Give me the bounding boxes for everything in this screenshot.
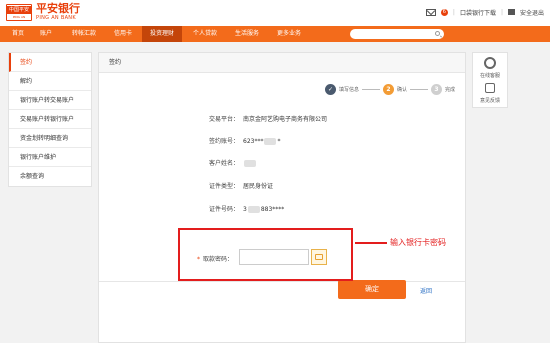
annotation-line [355,242,387,244]
value-account-suffix: * [277,138,281,145]
annotation-text: 输入银行卡密码 [390,238,446,247]
logo-bottom-text: PING AN [12,15,26,19]
masked-block [247,206,260,213]
divider: | [500,8,503,16]
logo-top-text: 中国平安 [7,6,31,14]
search-icon[interactable] [435,31,440,36]
bank-name[interactable]: 平安银行 [36,3,80,15]
progress-steps: ✓ 填写信息 2 确认 3 完成 [324,83,455,95]
pingan-group-logo[interactable]: 中国平安 PING AN [6,4,32,21]
step-number-next: 3 [430,83,442,95]
step-done-check-icon: ✓ [324,83,336,95]
nav-item-investment[interactable]: 投资理财 [142,26,182,42]
masked-block [244,160,256,167]
value-id-suffix: 883**** [260,206,285,213]
value-account-wrap: 623*** * [243,136,280,148]
feedback-link[interactable]: 意见反馈 [473,97,507,104]
highlight-box [178,228,353,281]
label-platform: 交易平台： [208,116,239,123]
feedback-icon[interactable] [485,83,495,93]
step-connector [409,88,428,90]
download-app-link[interactable]: 口袋银行下载 [460,8,496,17]
nav-item-more[interactable]: 更多业务 [270,26,308,42]
page-title: 签约 [99,53,465,73]
confirm-button[interactable]: 确定 [338,280,406,299]
step-label-fill: 填写信息 [338,86,359,93]
sidebar: 签约 解约 银行账户转交易账户 交易账户转银行账户 资金划转明细查询 银行账户维… [8,52,92,187]
value-id-number-wrap: 3 883**** [243,204,284,216]
mail-count-badge[interactable]: 6 [440,8,448,16]
section-divider [99,281,465,282]
nav-item-credit-card[interactable]: 信用卡 [108,26,138,42]
sidebar-item-transfer-detail[interactable]: 资金划转明细查询 [9,129,91,148]
nav-item-home[interactable]: 首页 [6,26,30,42]
sidebar-item-balance[interactable]: 余额查询 [9,167,91,186]
safe-exit-link[interactable]: 安全退出 [520,8,544,17]
step-label-done: 完成 [444,86,455,93]
sidebar-item-bank-to-trade[interactable]: 银行账户转交易账户 [9,91,91,110]
step-label-confirm: 确认 [396,86,407,93]
headset-icon[interactable] [484,57,496,69]
back-link[interactable]: 返回 [420,286,432,295]
label-id-number: 证件号码： [208,206,239,213]
sidebar-item-trade-to-bank[interactable]: 交易账户转银行账户 [9,110,91,129]
value-account: 623*** [243,138,264,145]
value-platform: 南京金阿艺购电子商务有限公司 [243,116,328,123]
form-row-name: 客户姓名： [99,158,467,170]
divider: | [452,8,455,16]
form-row-platform: 交易平台： 南京金阿艺购电子商务有限公司 [99,114,467,126]
top-bar-actions: 6 | 口袋银行下载 | 安全退出 [425,6,544,18]
nav-item-account[interactable]: 账户 [34,26,58,42]
form-row-id-number: 证件号码： 3 883**** [99,204,467,216]
label-id-type: 证件类型： [208,183,239,190]
online-service-link[interactable]: 在线客服 [473,72,507,79]
top-bar: 中国平安 PING AN 平安银行 PING AN BANK 6 | 口袋银行下… [0,0,550,26]
nav-item-personal-loan[interactable]: 个人贷款 [186,26,224,42]
step-number-current: 2 [382,83,394,95]
step-connector [361,88,380,90]
masked-block [264,138,277,145]
label-name: 客户姓名： [208,160,239,167]
form-row-id-type: 证件类型： 居民身份证 [99,181,467,193]
nav-item-life-service[interactable]: 生活服务 [228,26,266,42]
main-nav: 首页 账户 转帐汇款 信用卡 投资理财 个人贷款 生活服务 更多业务 [0,26,550,42]
sidebar-item-account-maintain[interactable]: 银行账户维护 [9,148,91,167]
form-row-account: 签约账号： 623*** * [99,136,467,148]
search-input[interactable] [350,29,444,39]
bank-name-en: PING AN BANK [36,15,76,21]
main-panel: 签约 ✓ 填写信息 2 确认 3 完成 交易平台： 南京金阿艺购电子商务有限公司… [98,52,466,343]
mail-icon[interactable] [425,8,436,16]
sidebar-item-unsign[interactable]: 解约 [9,72,91,91]
value-id-type: 居民身份证 [243,183,274,190]
value-id-number: 3 [243,206,247,213]
exit-icon[interactable] [507,9,515,15]
sidebar-item-sign[interactable]: 签约 [9,53,91,72]
right-float-panel: 在线客服 意见反馈 [472,52,508,108]
nav-item-transfer[interactable]: 转帐汇款 [64,26,104,42]
label-account: 签约账号： [208,138,239,145]
value-name-wrap [243,158,257,170]
